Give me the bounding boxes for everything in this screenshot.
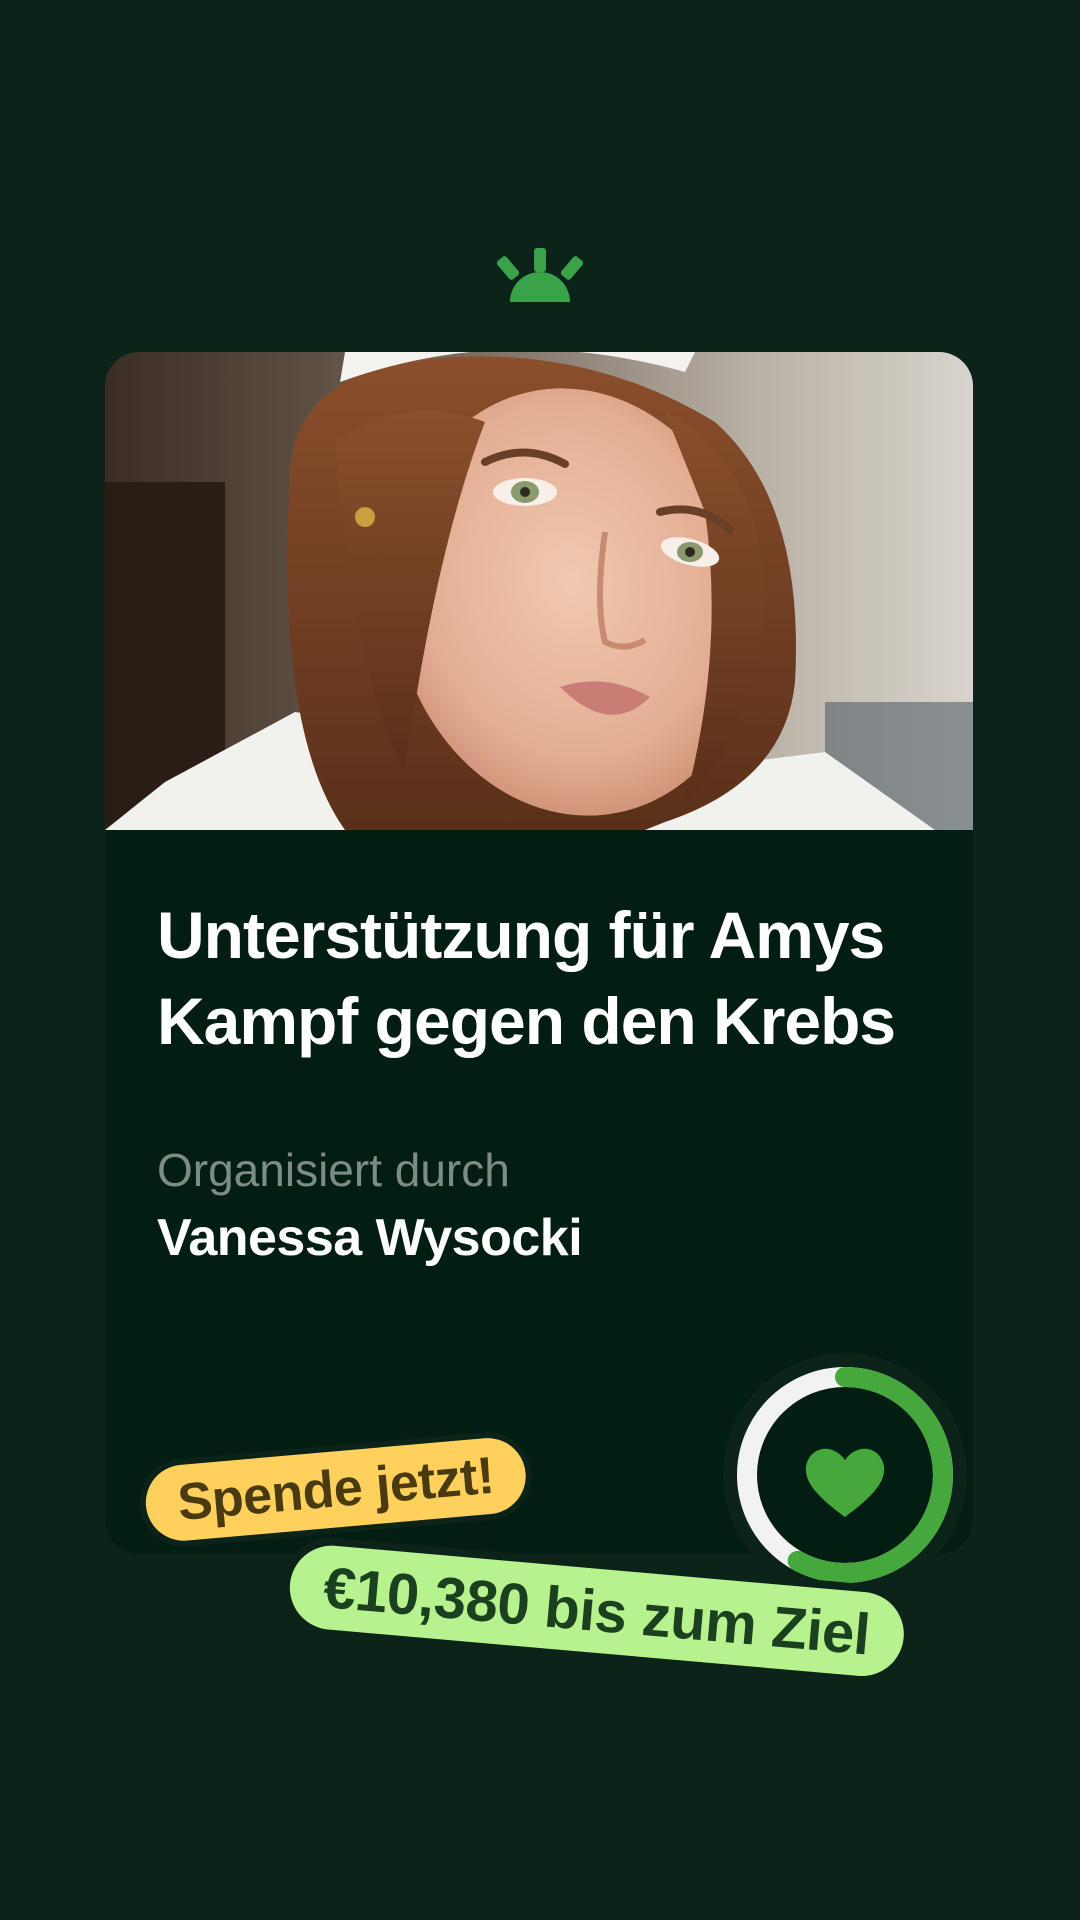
gofundme-sunrise-icon [496,248,584,302]
donation-progress-ring [723,1353,967,1597]
campaign-title: Unterstützung für Amys Kampf gegen den K… [157,898,896,1058]
campaign-photo [105,352,973,830]
organizer-label: Organisiert durch [157,1144,510,1196]
organizer-name[interactable]: Vanessa Wysocki [157,1206,583,1270]
story-page: Unterstützung für Amys Kampf gegen den K… [0,0,1080,1920]
